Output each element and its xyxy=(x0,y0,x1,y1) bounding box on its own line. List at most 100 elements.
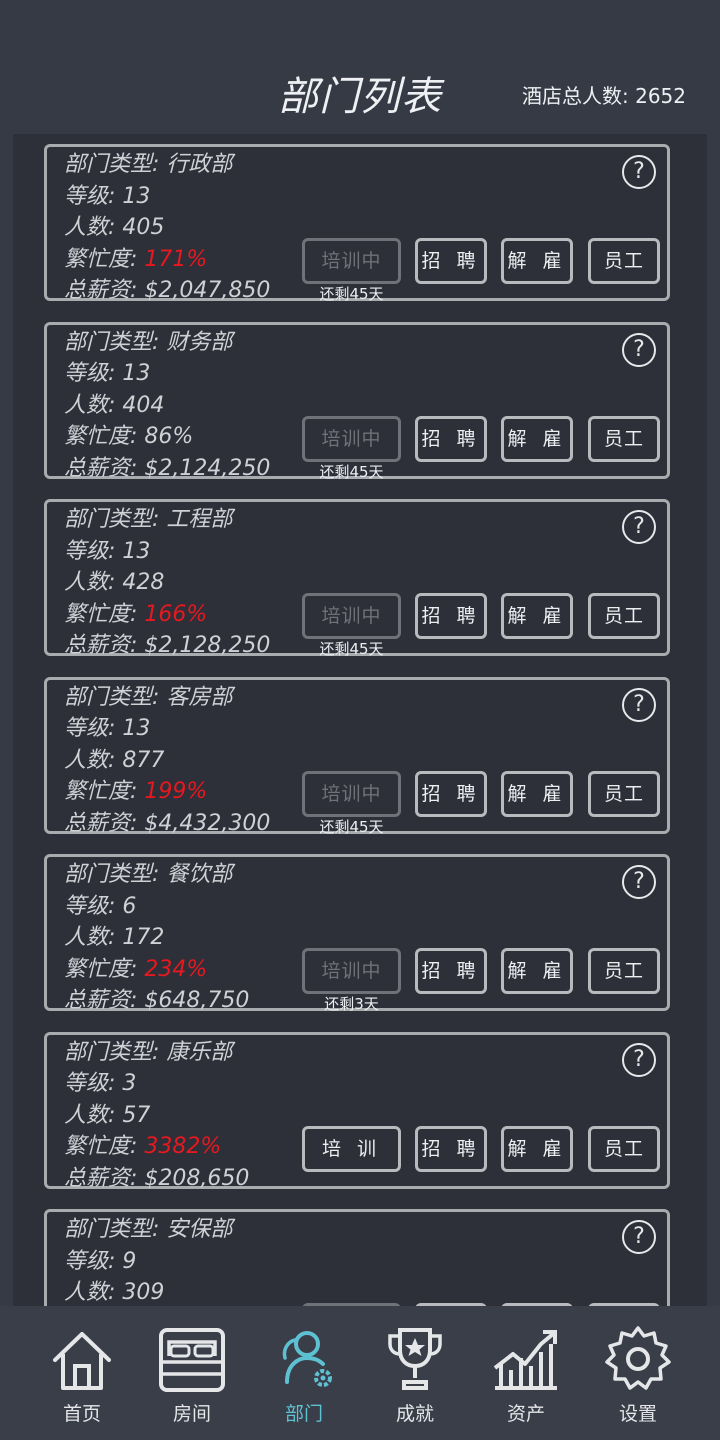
nav-item[interactable]: 部门 xyxy=(249,1306,359,1440)
training-remaining: 还剩45天 xyxy=(319,285,384,303)
department-headcount-label: 人数: xyxy=(64,1280,123,1305)
help-icon[interactable]: ? xyxy=(622,510,656,544)
department-type: 部门类型: 康乐部 xyxy=(64,1037,249,1069)
department-headcount-value: 309 xyxy=(122,1280,165,1305)
help-icon[interactable]: ? xyxy=(622,1220,656,1254)
department-headcount-label: 人数: xyxy=(64,1102,123,1128)
help-icon[interactable]: ? xyxy=(622,155,656,189)
nav-item[interactable]: 首页 xyxy=(27,1306,137,1440)
department-busy: 繁忙度: 234% xyxy=(64,954,249,986)
department-headcount-label: 人数: xyxy=(64,392,123,418)
department-card: 部门类型: 工程部 等级: 13 人数: 428 繁忙度: 166% 总薪资: $2,1… xyxy=(44,499,670,658)
nav-label: 资产 xyxy=(506,1403,545,1425)
nav-label: 部门 xyxy=(284,1403,323,1425)
department-type: 部门类型: 行政部 xyxy=(64,149,270,181)
department-level-value: 13 xyxy=(122,361,151,386)
department-headcount-value: 404 xyxy=(122,392,165,418)
department-level: 等级: 3 xyxy=(64,1068,249,1100)
training-remaining: 还剩45天 xyxy=(319,462,384,481)
fire-button[interactable]: 解 雇 xyxy=(501,1125,573,1172)
department-card: 部门类型: 客房部 等级: 13 人数: 877 繁忙度: 199% 总薪资: $4,4… xyxy=(44,676,670,836)
department-level-label: 等级: xyxy=(64,716,123,741)
department-type-value: 康乐部 xyxy=(166,1039,233,1065)
hire-button[interactable]: 招 聘 xyxy=(415,770,487,817)
nav-item[interactable]: 设置 xyxy=(583,1306,693,1440)
hire-button[interactable]: 招 聘 xyxy=(415,593,487,639)
department-card: 部门类型: 餐饮部 等级: 6 人数: 172 繁忙度: 234% 总薪资: $648,… xyxy=(44,854,670,1013)
department-salary-value: $2,124,250 xyxy=(144,455,271,481)
help-icon[interactable]: ? xyxy=(622,865,656,899)
department-salary-label: 总薪资: xyxy=(64,1165,145,1191)
department-card: 部门类型: 行政部 等级: 13 人数: 405 繁忙度: 171% 总薪资: $2,0… xyxy=(44,144,670,303)
department-salary-label: 总薪资: xyxy=(64,810,145,836)
department-salary: 总薪资: $2,124,250 xyxy=(64,453,270,485)
nav-item[interactable]: 房间 xyxy=(137,1306,247,1440)
department-headcount-label: 人数: xyxy=(64,747,123,773)
help-icon[interactable]: ? xyxy=(622,332,656,367)
department-level-value: 13 xyxy=(122,716,151,741)
department-busy: 繁忙度: 86% xyxy=(64,421,270,453)
department-type: 部门类型: 财务部 xyxy=(64,327,270,359)
department-salary-label: 总薪资: xyxy=(64,633,145,658)
hire-button[interactable]: 招 聘 xyxy=(415,238,487,284)
department-type-label: 部门类型: xyxy=(64,862,167,887)
training-remaining: 还剩45天 xyxy=(319,817,384,836)
department-info: 部门类型: 财务部 等级: 13 人数: 404 繁忙度: 86% 总薪资: $2,12… xyxy=(64,327,270,485)
department-info: 部门类型: 康乐部 等级: 3 人数: 57 繁忙度: 3382% 总薪资: $208,… xyxy=(64,1037,249,1195)
department-type-label: 部门类型: xyxy=(64,329,167,355)
hire-button[interactable]: 招 聘 xyxy=(415,948,487,994)
department-headcount: 人数: 404 xyxy=(64,390,270,422)
department-card: 部门类型: 财务部 等级: 13 人数: 404 繁忙度: 86% 总薪资: $2,12… xyxy=(44,321,670,481)
train-button[interactable]: 培训中 xyxy=(302,593,401,639)
fire-button[interactable]: 解 雇 xyxy=(501,770,573,817)
fire-button[interactable]: 解 雇 xyxy=(501,238,573,284)
department-busy: 繁忙度: 199% xyxy=(64,776,270,808)
department-type-label: 部门类型: xyxy=(64,1039,167,1065)
help-icon[interactable]: ? xyxy=(622,687,656,722)
department-headcount-label: 人数: xyxy=(64,215,123,240)
fire-button[interactable]: 解 雇 xyxy=(501,948,573,994)
department-type: 部门类型: 安保部 xyxy=(64,1214,232,1246)
department-level-value: 6 xyxy=(122,893,137,919)
help-icon[interactable]: ? xyxy=(622,1042,656,1077)
staff-button[interactable]: 员工 xyxy=(588,770,660,817)
staff-button[interactable]: 员工 xyxy=(588,593,660,639)
department-level-label: 等级: xyxy=(64,1248,123,1274)
department-level: 等级: 9 xyxy=(64,1246,232,1278)
staff-button[interactable]: 员工 xyxy=(588,1125,660,1172)
bottom-nav: 首页 房间 部门 成就 资产 设置 xyxy=(0,1306,720,1440)
train-button[interactable]: 培训中 xyxy=(302,238,401,284)
train-button[interactable]: 培训中 xyxy=(302,415,401,462)
nav-label: 成就 xyxy=(395,1403,434,1425)
department-type: 部门类型: 客房部 xyxy=(64,682,270,714)
header: 部门列表 酒店总人数: 2652 xyxy=(0,0,720,132)
department-busy-label: 繁忙度: xyxy=(64,956,145,982)
department-busy-value: 166% xyxy=(144,601,208,627)
fire-button[interactable]: 解 雇 xyxy=(501,593,573,639)
train-button[interactable]: 培 训 xyxy=(302,1125,401,1172)
department-level: 等级: 13 xyxy=(64,358,270,390)
staff-button[interactable]: 员工 xyxy=(588,948,660,994)
nav-item[interactable]: 资产 xyxy=(471,1306,581,1440)
department-info: 部门类型: 工程部 等级: 13 人数: 428 繁忙度: 166% 总薪资: $2,1… xyxy=(64,504,270,662)
nav-item[interactable]: 成就 xyxy=(360,1306,470,1440)
department-level-label: 等级: xyxy=(64,1071,123,1096)
department-busy: 繁忙度: 171% xyxy=(64,244,270,276)
department-salary: 总薪资: $208,650 xyxy=(64,1163,249,1195)
department-headcount-label: 人数: xyxy=(64,570,123,595)
staff-button[interactable]: 员工 xyxy=(588,238,660,284)
train-button[interactable]: 培训中 xyxy=(302,948,401,994)
department-busy-value: 3382% xyxy=(144,1134,222,1159)
department-headcount: 人数: 405 xyxy=(64,212,270,244)
department-info: 部门类型: 安保部 等级: 9 人数: 309 xyxy=(64,1214,232,1309)
department-level: 等级: 13 xyxy=(64,536,270,568)
fire-button[interactable]: 解 雇 xyxy=(501,415,573,462)
department-headcount-label: 人数: xyxy=(64,925,123,950)
department-list[interactable]: 部门类型: 行政部 等级: 13 人数: 405 繁忙度: 171% 总薪资: $2,0… xyxy=(13,134,707,1314)
department-type-value: 工程部 xyxy=(166,507,233,532)
hire-button[interactable]: 招 聘 xyxy=(415,1125,487,1172)
staff-button[interactable]: 员工 xyxy=(588,415,660,462)
train-button[interactable]: 培训中 xyxy=(302,770,401,817)
department-busy-value: 86% xyxy=(144,424,194,449)
hire-button[interactable]: 招 聘 xyxy=(415,415,487,462)
